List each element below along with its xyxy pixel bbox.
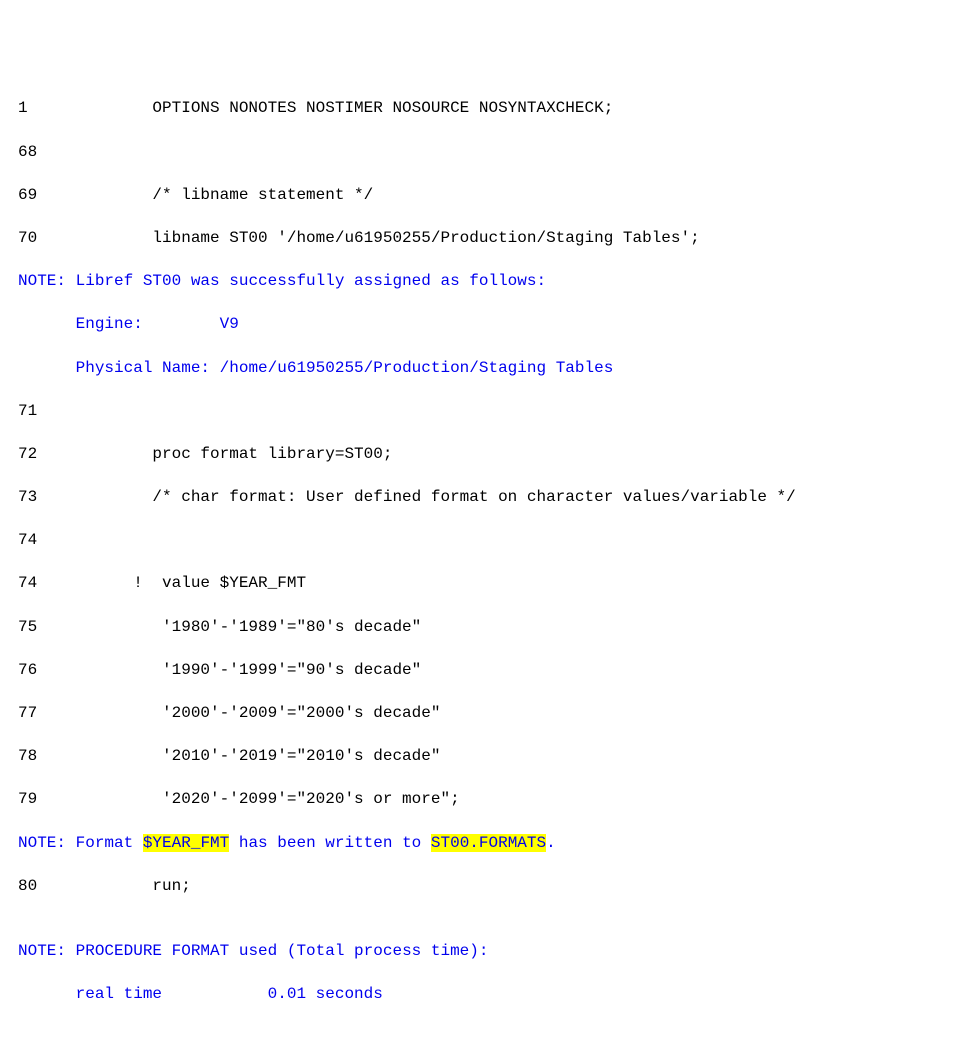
line-number: 68 bbox=[18, 142, 66, 164]
log-line: 79 '2020'-'2099'="2020's or more"; bbox=[18, 789, 953, 811]
note-line: Physical Name: /home/u61950255/Productio… bbox=[18, 358, 953, 380]
highlight-text: $YEAR_FMT bbox=[143, 834, 229, 852]
highlight-text: ST00.FORMATS bbox=[431, 834, 546, 852]
note-line: NOTE: PROCEDURE FORMAT used (Total proce… bbox=[18, 941, 953, 963]
note-line: NOTE: Format $YEAR_FMT has been written … bbox=[18, 833, 953, 855]
code-text bbox=[66, 143, 152, 161]
code-text: '1990'-'1999'="90's decade" bbox=[66, 661, 421, 679]
line-number: 76 bbox=[18, 660, 66, 682]
line-number: 69 bbox=[18, 185, 66, 207]
code-text: proc format library=ST00; bbox=[66, 445, 392, 463]
line-number: 74 bbox=[18, 573, 66, 595]
line-number: 70 bbox=[18, 228, 66, 250]
note-text: . bbox=[546, 834, 556, 852]
code-text: /* char format: User defined format on c… bbox=[66, 488, 796, 506]
code-text: ! value $YEAR_FMT bbox=[66, 574, 306, 592]
line-number: 80 bbox=[18, 876, 66, 898]
log-line: 71 bbox=[18, 401, 953, 423]
log-line: 80 run; bbox=[18, 876, 953, 898]
line-number: 75 bbox=[18, 617, 66, 639]
code-text bbox=[66, 531, 152, 549]
line-number: 74 bbox=[18, 530, 66, 552]
log-line: 68 bbox=[18, 142, 953, 164]
log-line: 74 bbox=[18, 530, 953, 552]
code-text: run; bbox=[66, 877, 191, 895]
line-number: 71 bbox=[18, 401, 66, 423]
note-line: Engine: V9 bbox=[18, 314, 953, 336]
log-line: 74 ! value $YEAR_FMT bbox=[18, 573, 953, 595]
line-number: 78 bbox=[18, 746, 66, 768]
code-text: libname ST00 '/home/u61950255/Production… bbox=[66, 229, 700, 247]
log-line: 77 '2000'-'2009'="2000's decade" bbox=[18, 703, 953, 725]
code-text: '2010'-'2019'="2010's decade" bbox=[66, 747, 440, 765]
code-text: /* libname statement */ bbox=[66, 186, 373, 204]
note-text: NOTE: Format bbox=[18, 834, 143, 852]
line-number: 79 bbox=[18, 789, 66, 811]
log-line: 1 OPTIONS NONOTES NOSTIMER NOSOURCE NOSY… bbox=[18, 98, 953, 120]
code-text: OPTIONS NONOTES NOSTIMER NOSOURCE NOSYNT… bbox=[66, 99, 613, 117]
note-text: has been written to bbox=[229, 834, 431, 852]
log-line: 78 '2010'-'2019'="2010's decade" bbox=[18, 746, 953, 768]
code-text: '2000'-'2009'="2000's decade" bbox=[66, 704, 440, 722]
log-line: 72 proc format library=ST00; bbox=[18, 444, 953, 466]
code-text: '2020'-'2099'="2020's or more"; bbox=[66, 790, 460, 808]
log-line: 76 '1990'-'1999'="90's decade" bbox=[18, 660, 953, 682]
code-text: '1980'-'1989'="80's decade" bbox=[66, 618, 421, 636]
log-line: 70 libname ST00 '/home/u61950255/Product… bbox=[18, 228, 953, 250]
line-number: 1 bbox=[18, 98, 66, 120]
log-line: 75 '1980'-'1989'="80's decade" bbox=[18, 617, 953, 639]
line-number: 77 bbox=[18, 703, 66, 725]
log-line: 69 /* libname statement */ bbox=[18, 185, 953, 207]
note-line: NOTE: Libref ST00 was successfully assig… bbox=[18, 271, 953, 293]
line-number: 72 bbox=[18, 444, 66, 466]
line-number: 73 bbox=[18, 487, 66, 509]
code-text bbox=[66, 402, 152, 420]
note-line: real time 0.01 seconds bbox=[18, 984, 953, 1006]
log-line: 73 /* char format: User defined format o… bbox=[18, 487, 953, 509]
